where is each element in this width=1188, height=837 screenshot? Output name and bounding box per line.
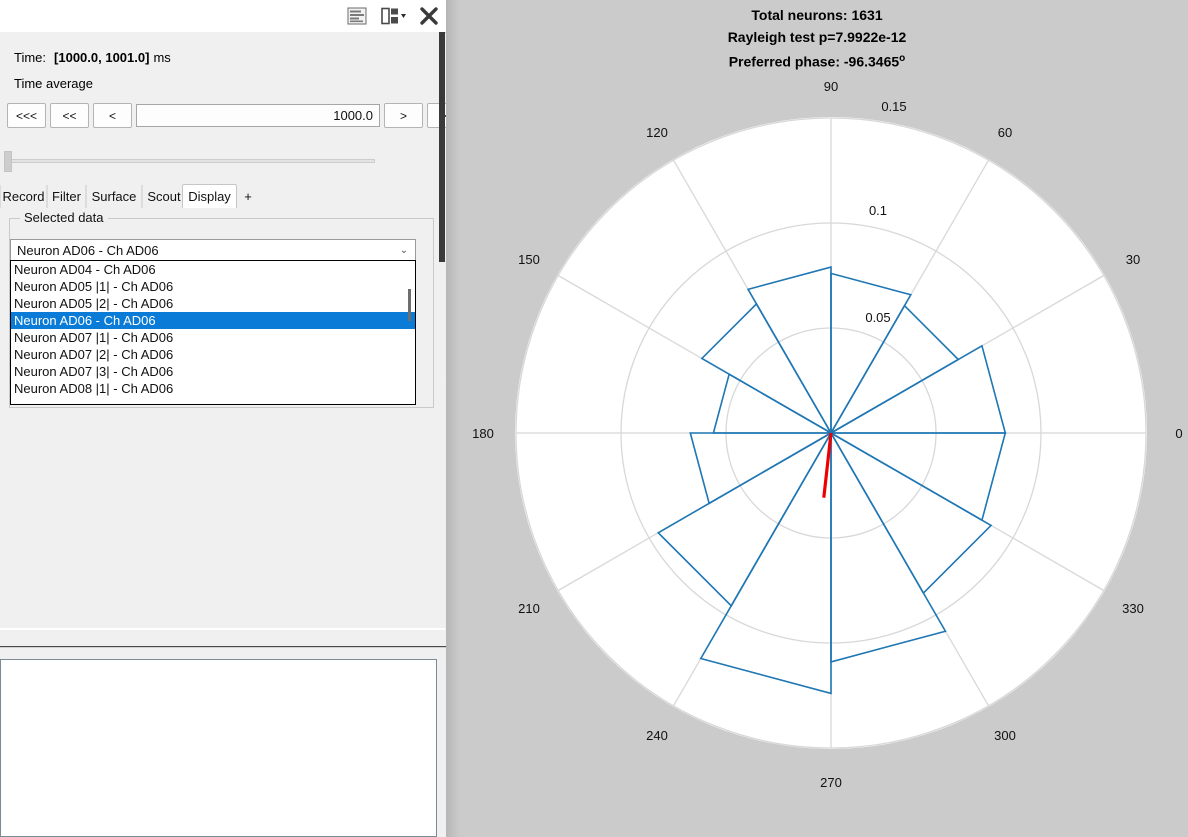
time-navigation-row: <<< << < 1000.0 > >> >>> [7,103,513,128]
tab-surface[interactable]: Surface [86,185,142,208]
angle-label-30: 30 [1126,252,1140,267]
list-item-selected[interactable]: Neuron AD06 - Ch AD06 [11,312,415,329]
angle-label-300: 300 [994,728,1016,743]
list-item[interactable]: Neuron AD05 |1| - Ch AD06 [11,278,415,295]
layers-icon[interactable] [347,7,367,25]
polar-rose-chart: 0 30 60 90 120 150 180 210 240 270 300 3… [446,0,1188,837]
time-unit: ms [153,50,170,65]
selected-data-listbox[interactable]: Neuron AD04 - Ch AD06 Neuron AD05 |1| - … [10,260,416,405]
left-control-panel: Time:[1000.0, 1001.0]ms Time average <<<… [0,0,446,837]
list-item[interactable]: Neuron AD08 |1| - Ch AD06 [11,380,415,397]
selected-data-combobox-value: Neuron AD06 - Ch AD06 [11,243,393,258]
angle-label-150: 150 [518,252,540,267]
list-item[interactable]: Neuron AD05 |2| - Ch AD06 [11,295,415,312]
time-controls-section: Time:[1000.0, 1001.0]ms Time average <<<… [0,32,445,140]
selected-data-combobox[interactable]: Neuron AD06 - Ch AD06 ⌄ [10,239,416,261]
tab-record[interactable]: Record [0,185,47,208]
close-icon[interactable] [418,5,440,27]
angle-label-0: 0 [1175,426,1182,441]
radial-label-0-15: 0.15 [881,99,906,114]
angle-label-120: 120 [646,125,668,140]
time-slider-thumb[interactable] [4,151,12,172]
time-label: Time: [14,50,46,65]
list-item[interactable]: Neuron AD04 - Ch AD06 [11,261,415,278]
selected-data-legend: Selected data [20,210,108,225]
time-value: [1000.0, 1001.0] [54,50,149,65]
nav-prev-button[interactable]: < [93,103,132,128]
nav-prev-page-button[interactable]: << [50,103,89,128]
listbox-scrollbar-thumb[interactable] [408,289,411,321]
angle-label-270: 270 [820,775,842,790]
panel-divider-upper [0,628,445,630]
bottom-panel-canvas[interactable] [0,659,437,837]
angle-label-210: 210 [518,601,540,616]
bottom-panel [0,648,445,837]
nav-first-button[interactable]: <<< [7,103,46,128]
time-slider-section [0,139,445,184]
panel-titlebar [0,0,446,33]
angle-label-90: 90 [824,79,838,94]
tab-add[interactable]: + [237,185,259,208]
polar-plot-figure: Total neurons: 1631 Rayleigh test p=7.99… [446,0,1188,837]
list-item[interactable]: Neuron AD07 |1| - Ch AD06 [11,329,415,346]
angle-label-180: 180 [472,426,494,441]
layout-icon[interactable] [381,7,403,25]
time-slider-track[interactable] [10,159,375,163]
angle-label-60: 60 [998,125,1012,140]
left-panel-scrollbar[interactable] [439,32,445,262]
chevron-down-icon: ⌄ [393,245,415,256]
tab-scout[interactable]: Scout [142,185,186,208]
tab-filter[interactable]: Filter [47,185,86,208]
panel-tabbar: Record Filter Surface Scout Display + [0,183,445,209]
tab-display[interactable]: Display [182,184,237,209]
display-tab-body: Selected data Neuron AD06 - Ch AD06 ⌄ Ne… [0,208,445,628]
radial-label-0-1: 0.1 [869,203,887,218]
list-item[interactable]: Neuron AD07 |2| - Ch AD06 [11,346,415,363]
angle-label-240: 240 [646,728,668,743]
time-average-label: Time average [14,76,93,91]
nav-next-button[interactable]: > [384,103,423,128]
angle-label-330: 330 [1122,601,1144,616]
app-window: Time:[1000.0, 1001.0]ms Time average <<<… [0,0,1188,837]
list-item[interactable]: Neuron AD07 |3| - Ch AD06 [11,363,415,380]
time-readout: Time: [1000.0, 1001.0] ms [14,50,171,65]
time-input[interactable]: 1000.0 [136,104,380,127]
radial-label-0-05: 0.05 [865,310,890,325]
